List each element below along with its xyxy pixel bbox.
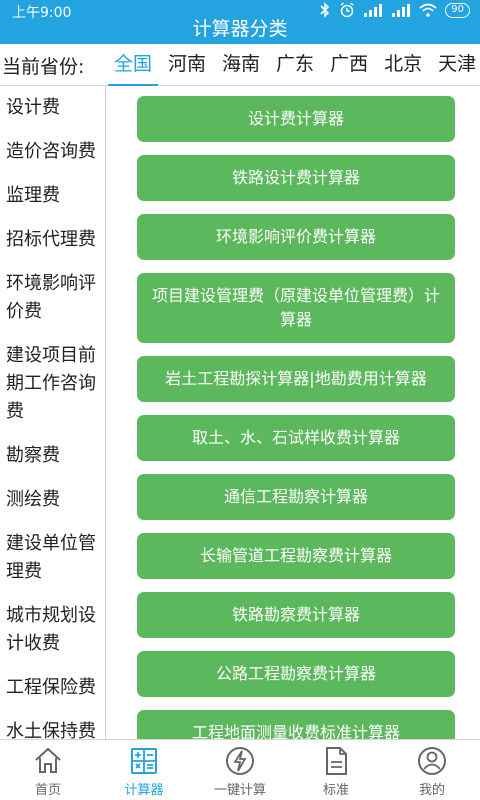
signal-icon — [364, 4, 383, 17]
category-item[interactable]: 监理费 — [0, 174, 105, 218]
calculator-button[interactable]: 项目建设管理费（原建设单位管理费）计算器 — [137, 273, 455, 343]
signal-icon-2 — [392, 4, 411, 17]
calculator-button[interactable]: 通信工程勘察计算器 — [137, 474, 455, 520]
category-item[interactable]: 环境影响评价费 — [0, 262, 105, 334]
calculator-button[interactable]: 公路工程勘察费计算器 — [137, 651, 455, 697]
wifi-icon — [419, 3, 437, 17]
category-item[interactable]: 造价咨询费 — [0, 130, 105, 174]
province-tab-hainan[interactable]: 海南 — [214, 44, 268, 86]
calculator-button[interactable]: 铁路勘察费计算器 — [137, 592, 455, 638]
nav-calculator[interactable]: 计算器 — [96, 740, 192, 800]
calculator-button[interactable]: 长输管道工程勘察费计算器 — [137, 533, 455, 579]
home-icon — [35, 747, 61, 773]
bottom-nav: 首页 计算器 一键计算 标准 我的 — [0, 739, 480, 800]
category-item[interactable]: 勘察费 — [0, 434, 105, 478]
province-selector: 当前省份: 全国 河南 海南 广东 广西 北京 天津 — [0, 44, 480, 86]
user-icon — [418, 747, 446, 775]
nav-quick-calc-label: 一键计算 — [213, 783, 266, 798]
province-tab-guangdong[interactable]: 广东 — [268, 44, 322, 86]
nav-home-label: 首页 — [34, 783, 61, 798]
category-sidebar: 设计费 造价咨询费 监理费 招标代理费 环境影响评价费 建设项目前期工作咨询费 … — [0, 86, 106, 739]
calculator-button[interactable]: 环境影响评价费计算器 — [137, 214, 455, 260]
province-label: 当前省份: — [2, 56, 85, 78]
page-title: 计算器分类 — [192, 18, 288, 40]
calculator-button[interactable]: 工程地面测量收费标准计算器 — [137, 710, 455, 739]
category-item[interactable]: 建设项目前期工作咨询费 — [0, 334, 105, 434]
province-tab-quanguo[interactable]: 全国 — [106, 44, 160, 86]
province-tab-tianjin[interactable]: 天津 — [430, 44, 480, 86]
nav-calculator-label: 计算器 — [124, 783, 164, 798]
nav-mine-label: 我的 — [418, 783, 445, 798]
category-item[interactable]: 城市规划设计收费 — [0, 594, 105, 666]
nav-mine[interactable]: 我的 — [384, 740, 480, 800]
calculator-button[interactable]: 设计费计算器 — [137, 96, 455, 142]
calculator-list: 设计费计算器 铁路设计费计算器 环境影响评价费计算器 项目建设管理费（原建设单位… — [107, 86, 480, 739]
calculator-button[interactable]: 岩土工程勘探计算器|地勘费用计算器 — [137, 356, 455, 402]
category-item[interactable]: 工程保险费 — [0, 666, 105, 710]
document-icon — [326, 747, 347, 775]
calculator-icon — [131, 748, 157, 774]
province-tab-guangxi[interactable]: 广西 — [322, 44, 376, 86]
top-bar: 上午9:00 90 计算器分类 — [0, 0, 480, 44]
lightning-icon — [226, 747, 254, 775]
category-item[interactable]: 测绘费 — [0, 478, 105, 522]
nav-home[interactable]: 首页 — [0, 740, 96, 800]
nav-quick-calc[interactable]: 一键计算 — [192, 740, 288, 800]
category-item[interactable]: 设计费 — [0, 86, 105, 130]
category-item[interactable]: 建设单位管理费 — [0, 522, 105, 594]
nav-standard-label: 标准 — [322, 783, 349, 798]
category-item[interactable]: 水土保持费 — [0, 710, 105, 739]
province-tabs: 全国 河南 海南 广东 广西 北京 天津 — [106, 44, 480, 86]
nav-standard[interactable]: 标准 — [288, 740, 384, 800]
calculator-button[interactable]: 铁路设计费计算器 — [137, 155, 455, 201]
province-tab-beijing[interactable]: 北京 — [376, 44, 430, 86]
calculator-button[interactable]: 取土、水、石试样收费计算器 — [137, 415, 455, 461]
category-item[interactable]: 招标代理费 — [0, 218, 105, 262]
province-tab-henan[interactable]: 河南 — [160, 44, 214, 86]
